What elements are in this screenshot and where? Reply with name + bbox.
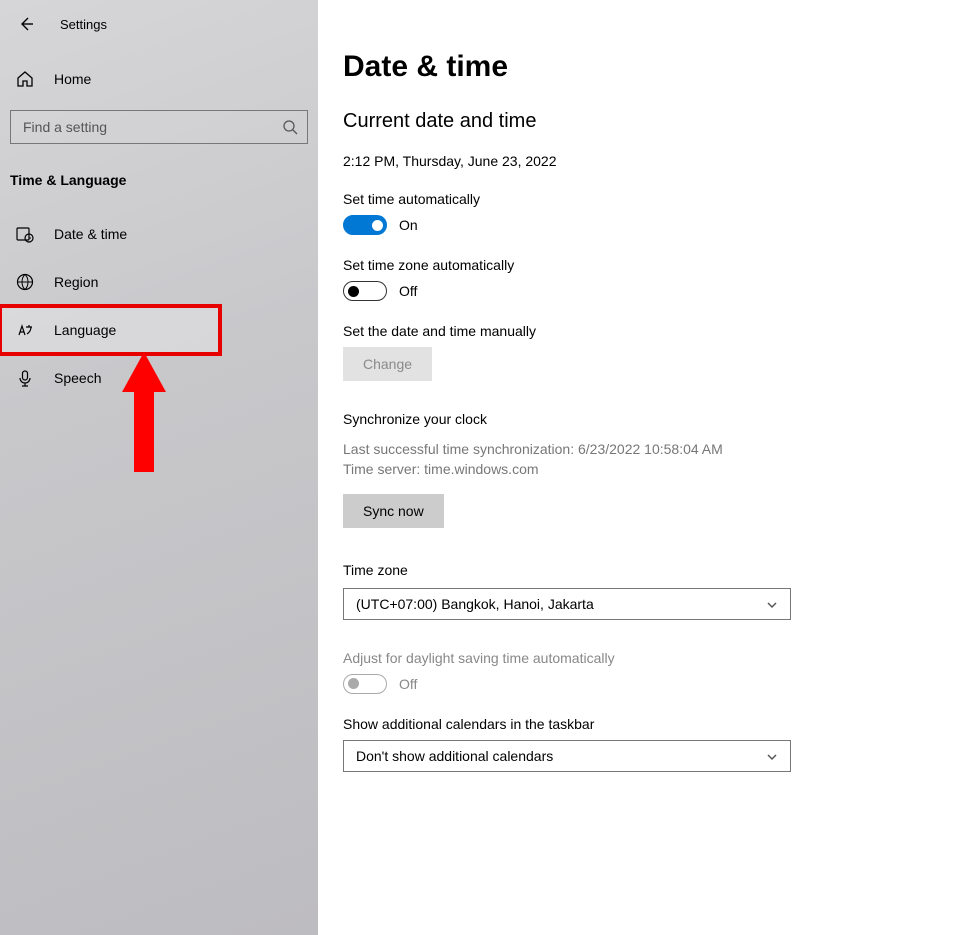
nav-item-region[interactable]: Region xyxy=(0,258,318,306)
category-title: Time & Language xyxy=(0,144,318,198)
nav-item-label: Language xyxy=(54,322,116,338)
label-timezone: Time zone xyxy=(343,562,926,578)
sync-info: Last successful time synchronization: 6/… xyxy=(343,439,926,480)
search-input[interactable] xyxy=(10,110,308,144)
nav-item-label: Region xyxy=(54,274,98,290)
timezone-select[interactable]: (UTC+07:00) Bangkok, Hanoi, Jakarta xyxy=(343,588,791,620)
label-set-tz-auto: Set time zone automatically xyxy=(343,257,926,273)
search-icon xyxy=(282,119,298,135)
sidebar: Settings Home Time & Language Date & tim… xyxy=(0,0,318,935)
home-icon xyxy=(16,70,34,88)
language-icon xyxy=(16,321,34,339)
nav-item-label: Speech xyxy=(54,370,101,386)
label-set-manually: Set the date and time manually xyxy=(343,323,926,339)
toggle-state-dst: Off xyxy=(399,676,417,692)
nav-item-language[interactable]: Language xyxy=(0,306,220,354)
label-dst: Adjust for daylight saving time automati… xyxy=(343,650,926,666)
calendars-value: Don't show additional calendars xyxy=(356,748,553,764)
nav-item-date-time[interactable]: Date & time xyxy=(0,210,318,258)
calendar-clock-icon xyxy=(16,225,34,243)
toggle-state-set-tz-auto: Off xyxy=(399,283,417,299)
annotation-arrow-icon xyxy=(122,352,166,475)
page-title: Date & time xyxy=(343,50,926,84)
search-wrap xyxy=(10,110,308,144)
current-datetime: 2:12 PM, Thursday, June 23, 2022 xyxy=(343,153,926,169)
label-set-time-auto: Set time automatically xyxy=(343,191,926,207)
sync-title: Synchronize your clock xyxy=(343,411,926,427)
chevron-down-icon xyxy=(766,750,778,762)
back-button[interactable] xyxy=(16,14,36,34)
change-button: Change xyxy=(343,347,432,381)
label-additional-calendars: Show additional calendars in the taskbar xyxy=(343,716,926,732)
toggle-dst xyxy=(343,674,387,694)
microphone-icon xyxy=(16,369,34,387)
calendars-select[interactable]: Don't show additional calendars xyxy=(343,740,791,772)
toggle-set-tz-auto[interactable] xyxy=(343,281,387,301)
toggle-state-set-time-auto: On xyxy=(399,217,418,233)
chevron-down-icon xyxy=(766,598,778,610)
app-title: Settings xyxy=(60,17,107,32)
toggle-set-time-auto[interactable] xyxy=(343,215,387,235)
section-current-title: Current date and time xyxy=(343,110,926,133)
main-content: Date & time Current date and time 2:12 P… xyxy=(318,0,966,935)
nav-item-label: Date & time xyxy=(54,226,127,242)
nav-home-label: Home xyxy=(54,71,91,87)
sync-now-button[interactable]: Sync now xyxy=(343,494,444,528)
sync-last: Last successful time synchronization: 6/… xyxy=(343,439,926,459)
timezone-value: (UTC+07:00) Bangkok, Hanoi, Jakarta xyxy=(356,596,594,612)
sync-server: Time server: time.windows.com xyxy=(343,459,926,479)
globe-icon xyxy=(16,273,34,291)
back-arrow-icon xyxy=(18,16,34,32)
nav-home[interactable]: Home xyxy=(0,60,318,98)
